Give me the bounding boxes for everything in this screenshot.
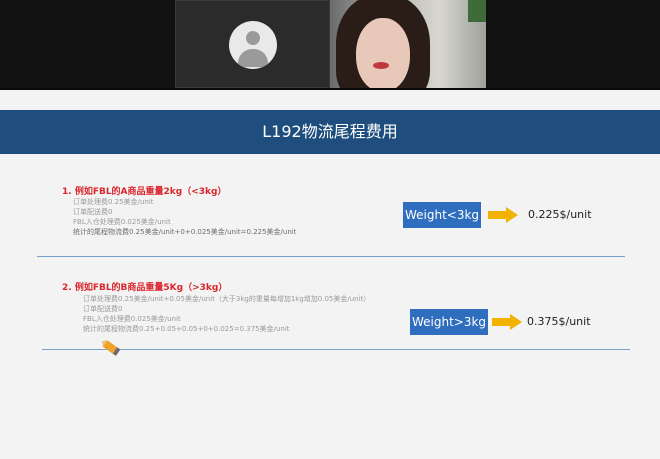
example-b-line-3: FBL入仓处理费0.025美金/unit — [83, 315, 181, 323]
participant-tile-camera-off[interactable] — [175, 0, 330, 88]
weight-box-a: Weight<3kg — [403, 202, 481, 228]
example-a-line-4: 统计的尾程物流费0.25美金/unit+0+0.025美金/unit=0.225… — [73, 228, 297, 236]
example-a-heading: 1. 例如FBL的A商品重量2kg（<3kg） — [62, 187, 227, 197]
slide-title-bar: L192物流尾程费用 — [0, 110, 660, 154]
video-strip-left — [0, 0, 175, 88]
participant-tile-video[interactable] — [330, 0, 486, 88]
avatar-icon — [229, 21, 277, 69]
price-a: 0.225$/unit — [528, 208, 592, 221]
example-b-line-2: 订单配送费0 — [83, 305, 123, 313]
example-b-heading: 2. 例如FBL的B商品重量5Kg（>3kg） — [62, 283, 228, 293]
example-b-line-1: 订单处理费0.25美金/unit+0.05美金/unit（大于3kg的重量每增加… — [83, 295, 371, 303]
separator-a — [37, 256, 625, 257]
separator-b — [42, 349, 630, 350]
arrow-right-icon — [488, 207, 518, 223]
example-a-line-2: 订单配送费0 — [73, 208, 113, 216]
video-strip-right — [486, 0, 660, 88]
pencil-icon[interactable] — [100, 338, 121, 357]
slide-title: L192物流尾程费用 — [262, 122, 398, 141]
example-a-line-3: FBL入仓处理费0.025美金/unit — [73, 218, 171, 226]
example-a-line-1: 订单处理费0.25美金/unit — [73, 198, 154, 206]
participant-face — [356, 18, 410, 88]
arrow-right-icon — [492, 314, 522, 330]
background-plant — [468, 0, 486, 22]
example-b-line-4: 统计的尾程物流费0.25+0.05+0.05+0+0.025=0.375美金/u… — [83, 325, 290, 333]
price-b: 0.375$/unit — [527, 315, 591, 328]
weight-box-b: Weight>3kg — [410, 309, 488, 335]
shared-slide: L192物流尾程费用 1. 例如FBL的A商品重量2kg（<3kg） 订单处理费… — [0, 90, 660, 459]
